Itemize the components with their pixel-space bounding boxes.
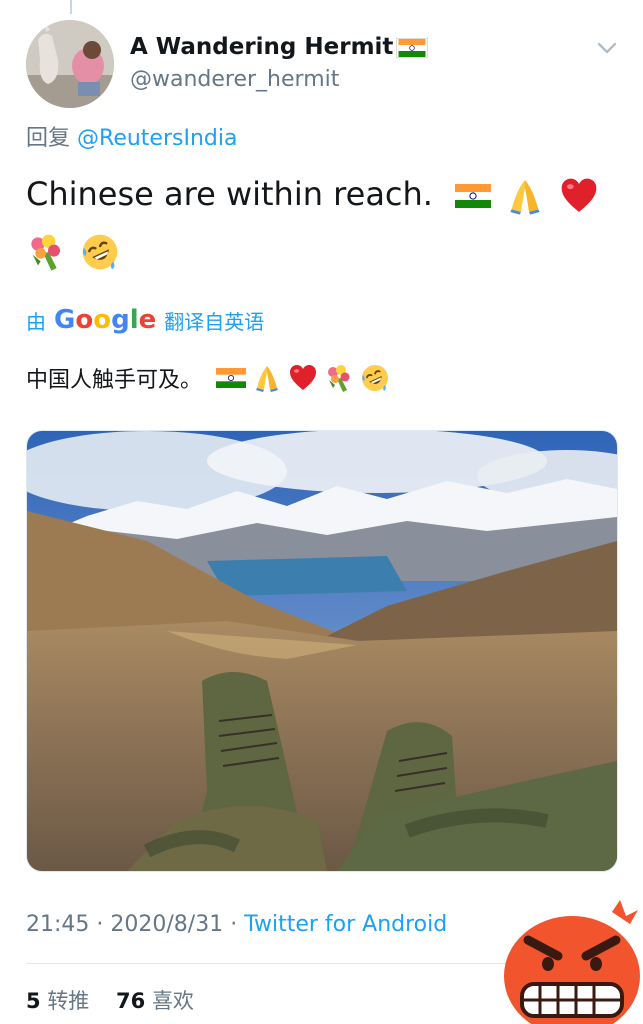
tweet-date: 2020/8/31 bbox=[110, 912, 224, 937]
mountain-landscape-image bbox=[27, 431, 617, 871]
reply-prefix: 回复 bbox=[26, 126, 71, 151]
google-logo: Google bbox=[54, 305, 156, 335]
retweets-stat[interactable]: 5 转推 bbox=[26, 989, 89, 1013]
red-heart-emoji-icon bbox=[288, 363, 318, 393]
angry-face-sticker-icon bbox=[504, 900, 640, 1024]
translated-text-content: 中国人触手可及。 bbox=[26, 368, 203, 393]
likes-label: 喜欢 bbox=[151, 989, 194, 1013]
tweet-text: Chinese are within reach. bbox=[26, 166, 626, 278]
google-letter: e bbox=[138, 305, 157, 335]
retweets-label: 转推 bbox=[47, 989, 90, 1013]
likes-count: 76 bbox=[116, 989, 146, 1013]
tweet-time: 21:45 bbox=[26, 912, 90, 937]
meta-separator: · bbox=[89, 912, 111, 937]
meta-separator: · bbox=[223, 912, 245, 937]
folded-hands-emoji-icon bbox=[252, 363, 282, 393]
reply-mention-link[interactable]: @ReutersIndia bbox=[77, 126, 237, 151]
thread-connector-line bbox=[70, 0, 72, 14]
user-handle[interactable]: @wanderer_hermit bbox=[130, 67, 339, 92]
rolling-laughing-emoji-icon bbox=[360, 363, 390, 393]
display-name[interactable]: A Wandering Hermit bbox=[130, 34, 429, 60]
likes-stat[interactable]: 76 喜欢 bbox=[116, 989, 194, 1013]
red-heart-emoji-icon bbox=[559, 176, 599, 216]
india-flag-icon bbox=[396, 37, 429, 58]
translated-text: 中国人触手可及。 bbox=[26, 362, 396, 394]
avatar[interactable] bbox=[26, 20, 114, 108]
tweet-text-content: Chinese are within reach. bbox=[26, 175, 433, 213]
translation-attribution[interactable]: 由 Google 翻译自英语 bbox=[26, 305, 264, 335]
india-flag-emoji-icon bbox=[216, 368, 246, 388]
google-letter: o bbox=[93, 305, 112, 335]
tweet-metadata: 21:45 · 2020/8/31 · Twitter for Android bbox=[26, 912, 447, 937]
india-flag-emoji-icon bbox=[455, 184, 491, 208]
retweets-count: 5 bbox=[26, 989, 41, 1013]
translation-by-label: 由 bbox=[26, 309, 46, 334]
rolling-laughing-emoji-icon bbox=[80, 232, 120, 272]
google-letter: o bbox=[75, 305, 94, 335]
folded-hands-emoji-icon bbox=[505, 176, 545, 216]
bouquet-emoji-icon bbox=[324, 363, 354, 393]
google-letter: G bbox=[54, 305, 76, 335]
chevron-down-icon[interactable] bbox=[596, 40, 618, 56]
reply-context: 回复 @ReutersIndia bbox=[26, 120, 237, 152]
display-name-text: A Wandering Hermit bbox=[130, 34, 394, 60]
google-letter: g bbox=[111, 305, 130, 335]
translation-source-label: 翻译自英语 bbox=[164, 309, 265, 334]
tweet-photo[interactable] bbox=[26, 430, 618, 872]
avatar-image bbox=[26, 20, 114, 108]
bouquet-emoji-icon bbox=[26, 232, 66, 272]
google-letter: l bbox=[129, 305, 139, 335]
tweet-source-link[interactable]: Twitter for Android bbox=[244, 912, 447, 937]
tweet-stats: 5 转推 76 喜欢 bbox=[26, 985, 194, 1015]
